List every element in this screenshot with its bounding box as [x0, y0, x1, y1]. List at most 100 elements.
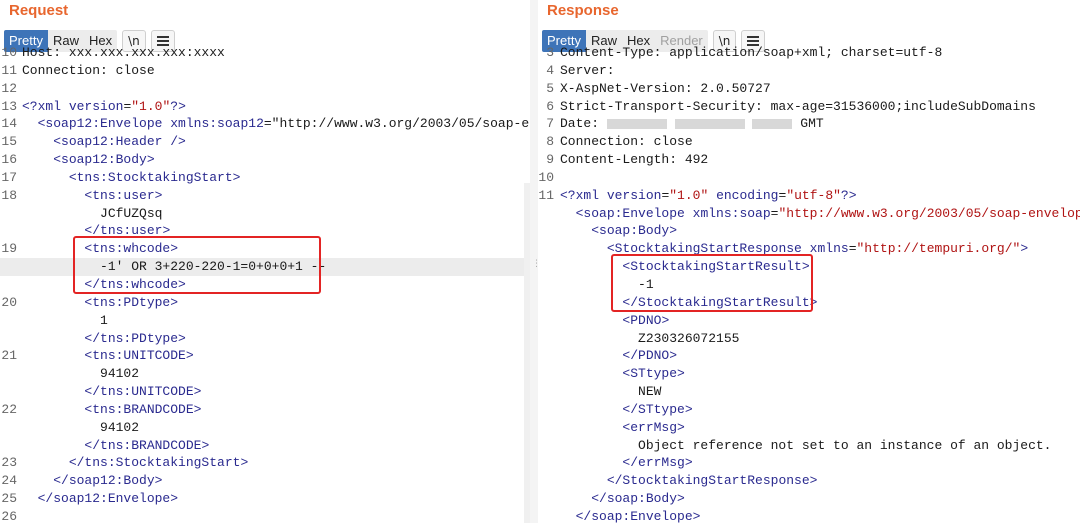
- code-line: 11 <?xml version="1.0" encoding="utf-8"?>: [538, 187, 1080, 205]
- code-line: 7 Date: GMT: [538, 115, 1080, 133]
- code-line: 12: [0, 80, 530, 98]
- line-text: <soap12:Body>: [53, 152, 155, 168]
- code-line: 15 <soap12:Header />: [0, 133, 530, 151]
- line-text: <tns:user>: [84, 187, 163, 203]
- line-number: 18: [1, 187, 17, 203]
- line-text: Connection: close: [22, 62, 155, 78]
- line-number: 10: [538, 169, 554, 185]
- code-line: </tns:PDtype>: [0, 330, 530, 348]
- line-number: 20: [1, 294, 17, 310]
- code-line: 94102: [0, 365, 530, 383]
- line-number: 15: [1, 134, 17, 150]
- code-line: 1: [0, 312, 530, 330]
- line-text: <?xml version="1.0"?>: [22, 98, 186, 114]
- code-line: <PDNO>: [538, 312, 1080, 330]
- code-line: 4 Server:: [538, 62, 1080, 80]
- line-number: 11: [538, 187, 554, 203]
- code-line: Z230326072155: [538, 330, 1080, 348]
- code-line: </tns:BRANDCODE>: [0, 437, 530, 455]
- line-number: 17: [1, 169, 17, 185]
- code-line: 26: [0, 508, 530, 523]
- line-number: 16: [1, 152, 17, 168]
- line-text: </tns:UNITCODE>: [84, 384, 202, 400]
- line-text: Content-Length: 492: [560, 152, 709, 168]
- line-number: 5: [546, 80, 554, 96]
- date-suffix: GMT: [800, 116, 824, 132]
- code-line: </soap:Body>: [538, 490, 1080, 508]
- code-line: 8 Connection: close: [538, 133, 1080, 151]
- line-number: 12: [1, 80, 17, 96]
- line-text: <?xml version="1.0" encoding="utf-8"?>: [560, 187, 857, 203]
- line-number: 21: [1, 348, 17, 364]
- line-text: <tns:BRANDCODE>: [84, 401, 202, 417]
- line-text: <soap:Envelope xmlns:soap="http://www.w3…: [575, 205, 1080, 221]
- code-line: Object reference not set to an instance …: [538, 437, 1080, 455]
- code-line: 24 </soap12:Body>: [0, 472, 530, 490]
- code-line: <STtype>: [538, 365, 1080, 383]
- code-line: 10: [538, 169, 1080, 187]
- code-line: <soap:Body>: [538, 222, 1080, 240]
- redacted-date: [599, 116, 800, 131]
- line-number: 22: [1, 401, 17, 417]
- response-title: Response: [547, 2, 619, 19]
- line-number: 3: [546, 45, 554, 60]
- code-line: 6 Strict-Transport-Security: max-age=3153…: [538, 98, 1080, 116]
- request-panel: Request Pretty Raw Hex \n 10 Host: xxx.xx…: [0, 0, 530, 523]
- line-number: 11: [1, 62, 17, 78]
- code-line: 5 X-AspNet-Version: 2.0.50727: [538, 80, 1080, 98]
- line-number: 4: [546, 62, 554, 78]
- result-highlight-box: [611, 254, 813, 312]
- line-text: Strict-Transport-Security: max-age=31536…: [560, 98, 1036, 114]
- line-text: </StocktakingStartResponse>: [606, 473, 818, 489]
- line-number: 10: [1, 45, 17, 60]
- code-line: 13 <?xml version="1.0"?>: [0, 98, 530, 116]
- line-text: Connection: close: [560, 134, 693, 150]
- code-line: 11 Connection: close: [0, 62, 530, 80]
- line-text: NEW: [560, 384, 662, 400]
- line-text: <soap12:Header />: [53, 134, 186, 150]
- line-text: <soap12:Envelope xmlns:soap12="http://ww…: [37, 116, 530, 132]
- line-text: </PDNO>: [622, 348, 678, 364]
- line-text: </tns:PDtype>: [84, 330, 186, 346]
- code-line: 10 Host: xxx.xxx.xxx.xxx:xxxx: [0, 44, 530, 62]
- line-text: </tns:StocktakingStart>: [68, 455, 249, 471]
- line-text: </soap:Envelope>: [575, 508, 701, 523]
- line-number: 7: [546, 116, 554, 132]
- line-number: 8: [546, 134, 554, 150]
- line-text: Server:: [560, 62, 615, 78]
- line-text: </STtype>: [622, 401, 693, 417]
- line-text: JCfUZQsq: [22, 205, 163, 221]
- line-number: 14: [1, 116, 17, 132]
- line-number: 26: [1, 508, 17, 523]
- code-line: NEW: [538, 383, 1080, 401]
- line-number: 13: [1, 98, 17, 114]
- code-line: 20 <tns:PDtype>: [0, 294, 530, 312]
- line-text: </soap12:Envelope>: [37, 491, 179, 507]
- line-text: 1: [22, 312, 108, 328]
- line-number: 6: [546, 98, 554, 114]
- line-text: X-AspNet-Version: 2.0.50727: [560, 80, 771, 96]
- code-line: </tns:UNITCODE>: [0, 383, 530, 401]
- line-text: <tns:UNITCODE>: [84, 348, 194, 364]
- line-text: </soap:Body>: [591, 491, 685, 507]
- line-text: </errMsg>: [622, 455, 693, 471]
- line-text: Content-Type: application/soap+xml; char…: [560, 45, 943, 60]
- line-number: 23: [1, 455, 17, 471]
- code-line: <errMsg>: [538, 419, 1080, 437]
- line-text: 94102: [22, 419, 140, 435]
- line-text: <tns:PDtype>: [84, 294, 179, 310]
- code-line: 94102: [0, 419, 530, 437]
- code-line: 14 <soap12:Envelope xmlns:soap12="http:/…: [0, 115, 530, 133]
- code-line: 3 Content-Type: application/soap+xml; cha…: [538, 44, 1080, 62]
- code-line: 25 </soap12:Envelope>: [0, 490, 530, 508]
- divider-grip-icon[interactable]: ⋮: [532, 260, 541, 278]
- line-text: </soap12:Body>: [53, 473, 163, 489]
- line-text: Z230326072155: [560, 330, 740, 346]
- line-text: <soap:Body>: [591, 223, 678, 239]
- code-line: </soap:Envelope>: [538, 508, 1080, 523]
- code-line: JCfUZQsq: [0, 205, 530, 223]
- injection-highlight-box: [73, 236, 321, 294]
- line-text: Object reference not set to an instance …: [560, 437, 1052, 453]
- line-text: <tns:StocktakingStart>: [68, 169, 241, 185]
- code-line: 18 <tns:user>: [0, 187, 530, 205]
